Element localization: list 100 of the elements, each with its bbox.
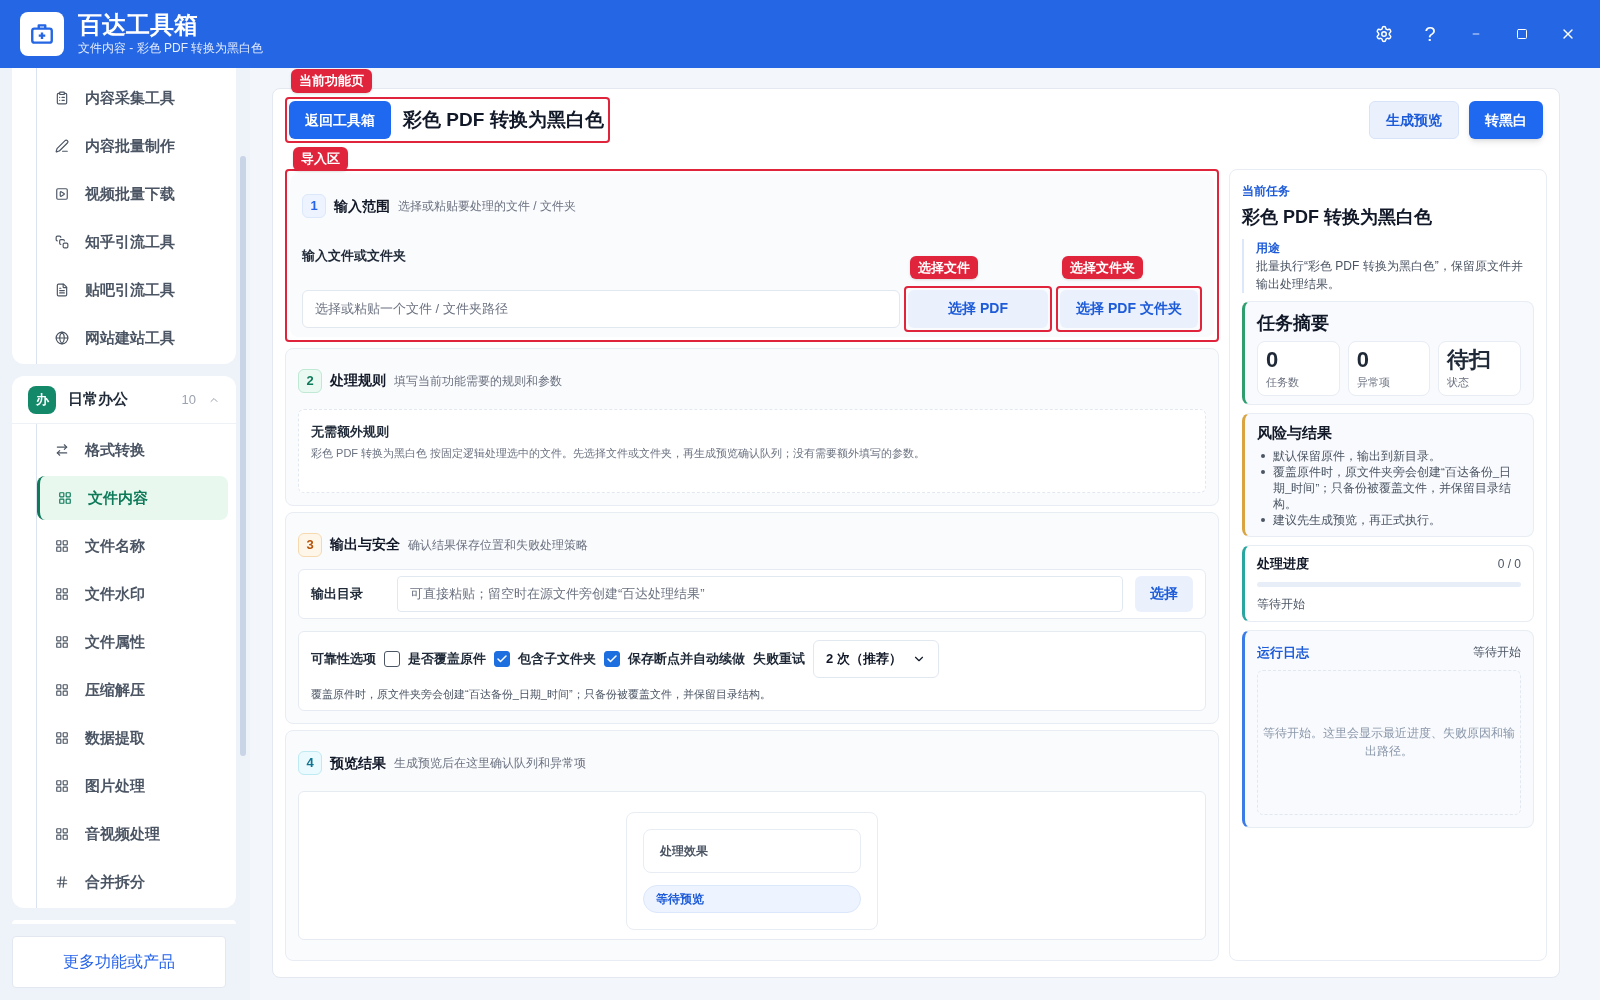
choose-button[interactable]: 选择: [1135, 575, 1193, 612]
risk-item: 默认保留原件，输出到新目录。: [1273, 449, 1441, 464]
field-label: 输入文件或文件夹: [302, 247, 407, 265]
step-number: 4: [298, 751, 322, 775]
stat-value: 0: [1356, 346, 1370, 374]
document-icon: [55, 283, 69, 297]
sidebar-item[interactable]: 文件水印: [37, 572, 228, 616]
retry-label: 失败重试: [753, 649, 805, 668]
hash-icon: [55, 875, 69, 889]
section-title: 处理规则: [330, 371, 386, 390]
callout-tag: 选择文件: [910, 255, 978, 279]
status-pill: 等待预览: [643, 885, 861, 913]
purpose-text: 批量执行“彩色 PDF 转换为黑白色”，保留原文件并输出处理结果。: [1256, 258, 1524, 293]
effect-label: 处理效果: [643, 829, 861, 873]
checkbox[interactable]: [604, 650, 620, 667]
group-title[interactable]: 日常办公: [68, 388, 170, 411]
retry-select[interactable]: 2 次（推荐）: [813, 639, 939, 678]
grid-icon: [55, 683, 69, 697]
form-icon: [55, 91, 69, 105]
medical-kit-icon: [29, 21, 55, 47]
risk-item: 建议先生成预览，再正式执行。: [1273, 513, 1441, 528]
callout-tag: 当前功能页: [291, 69, 372, 93]
group-badge: 办: [28, 385, 56, 414]
progress-count: 0 / 0: [1497, 555, 1521, 573]
select-button[interactable]: 选择 PDF: [908, 289, 1048, 328]
sidebar-item[interactable]: 合并拆分: [37, 860, 228, 904]
field-label: 输出目录: [311, 584, 364, 603]
panel-title: 彩色 PDF 转换为黑白色: [1242, 206, 1433, 229]
grid-icon: [55, 539, 69, 553]
select-button[interactable]: 选择 PDF 文件夹: [1060, 289, 1198, 328]
section-hint: 填写当前功能需要的规则和参数: [394, 372, 562, 390]
grid-icon: [55, 635, 69, 649]
output-directory-field[interactable]: 可直接粘贴；留空时在源文件旁创建“百达处理结果”: [397, 575, 1123, 612]
bullet-icon: [1261, 518, 1265, 522]
stat-label: 异常项: [1356, 375, 1391, 390]
log-title: 运行日志: [1257, 643, 1309, 662]
sidebar-item[interactable]: 音视频处理: [37, 812, 228, 856]
log-status: 等待开始: [1473, 644, 1521, 662]
step-number: 1: [302, 194, 326, 218]
video-icon: [55, 187, 69, 201]
sidebar-item[interactable]: 文件属性: [37, 620, 228, 664]
grid-icon: [55, 587, 69, 601]
stat-value: 待扫: [1447, 346, 1493, 374]
options-label: 可靠性选项: [311, 649, 376, 668]
bullet-icon: [1261, 470, 1265, 474]
stat-label: 状态: [1447, 375, 1471, 390]
convert-button[interactable]: 转黑白: [1469, 101, 1543, 139]
risk-title: 风险与结果: [1257, 422, 1333, 443]
callout-tag: 导入区: [293, 147, 348, 171]
group-count: 10: [181, 390, 196, 409]
checkbox-label: 是否覆盖原件: [408, 649, 486, 668]
progress-title: 处理进度: [1257, 555, 1309, 573]
sidebar-item[interactable]: 数据提取: [37, 716, 228, 760]
check-icon: [606, 652, 618, 665]
bullet-icon: [1261, 454, 1265, 458]
section-title: 输出与安全: [330, 535, 400, 554]
section-title: 输入范围: [334, 196, 390, 216]
purpose-label: 用途: [1256, 240, 1281, 257]
app-subtitle: 文件内容 - 彩色 PDF 转换为黑白色: [78, 40, 264, 57]
checkbox-label: 保存断点并自动续做: [628, 649, 745, 668]
section-hint: 选择或粘贴要处理的文件 / 文件夹: [398, 198, 576, 215]
sidebar-item[interactable]: 知乎引流工具: [37, 220, 228, 264]
sidebar-item[interactable]: 内容采集工具: [37, 76, 228, 120]
grid-icon: [55, 779, 69, 793]
checkbox[interactable]: [384, 650, 400, 667]
stat-label: 任务数: [1266, 375, 1300, 390]
back-button[interactable]: 返回工具箱: [289, 101, 391, 139]
grid-icon: [58, 491, 72, 505]
progress-status: 等待开始: [1257, 595, 1306, 613]
settings-icon: [1375, 25, 1393, 43]
section-hint: 确认结果保存位置和失败处理策略: [408, 536, 588, 554]
sidebar-item[interactable]: 贴吧引流工具: [37, 268, 228, 312]
check-icon: [496, 652, 508, 665]
sidebar-item[interactable]: 内容批量制作: [37, 124, 228, 168]
grid-icon: [55, 731, 69, 745]
callout-tag: 选择文件夹: [1062, 255, 1143, 279]
step-number: 2: [298, 368, 322, 393]
grid-icon: [55, 827, 69, 841]
page-title: 彩色 PDF 转换为黑白色: [403, 107, 604, 132]
preview-button[interactable]: 生成预览: [1369, 101, 1459, 139]
sidebar-item[interactable]: 压缩解压: [37, 668, 228, 712]
sidebar-item[interactable]: 文件内容: [37, 476, 228, 520]
help-button[interactable]: ?: [1418, 22, 1442, 46]
summary-title: 任务摘要: [1257, 312, 1330, 335]
stat-value: 0: [1266, 346, 1280, 374]
section-title: 预览结果: [330, 753, 386, 773]
sidebar-item[interactable]: 网站建站工具: [37, 316, 228, 360]
sidebar-item[interactable]: 文件名称: [37, 524, 228, 568]
input-field[interactable]: 选择或粘贴一个文件 / 文件夹路径: [302, 289, 900, 328]
log-text: 等待开始。这里会显示最近进度、失败原因和输出路径。: [1262, 725, 1516, 761]
sidebar-item[interactable]: 图片处理: [37, 764, 228, 808]
panel-eyebrow: 当前任务: [1242, 183, 1291, 200]
checkbox[interactable]: [494, 650, 510, 667]
checkbox-label: 包含子文件夹: [518, 649, 596, 668]
more-products-button[interactable]: 更多功能或产品: [12, 936, 226, 988]
app-title: 百达工具箱: [78, 11, 199, 39]
sidebar-item[interactable]: 格式转换: [37, 428, 228, 472]
pen-icon: [55, 139, 69, 153]
sidebar-item[interactable]: 视频批量下载: [37, 172, 228, 216]
rule-description: 彩色 PDF 转换为黑白色 按固定逻辑处理选中的文件。先选择文件或文件夹，再生成预览确认队列；没有需要额外填写的参数。: [311, 446, 927, 461]
